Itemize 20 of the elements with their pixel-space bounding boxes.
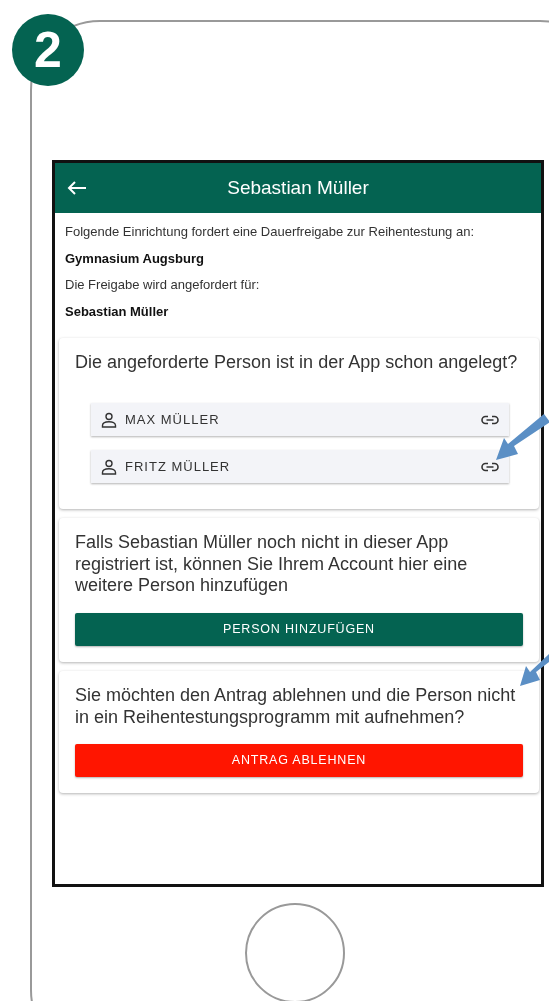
institution-name: Gymnasium Augsburg: [65, 251, 205, 266]
person-item[interactable]: FRITZ MÜLLER: [91, 450, 509, 484]
link-icon[interactable]: [481, 414, 499, 425]
add-person-text: Falls Sebastian Müller noch nicht in dieser App registriert ist, können Sie Ihrem Account hier eine weitere Person hinzufügen: [75, 532, 469, 597]
intro-text: Folgende Einrichtung fordert eine Dauerfreigabe zur Reihentestung an:: [65, 225, 476, 239]
add-person-button[interactable]: PERSON HINZUFÜGEN: [75, 612, 523, 646]
person-name: Sebastian Müller: [65, 304, 170, 319]
back-arrow-icon[interactable]: [67, 180, 87, 196]
reject-button[interactable]: ANTRAG ABLEHNEN: [75, 744, 523, 778]
pointer-arrow: [520, 654, 549, 686]
person-item[interactable]: MAX MÜLLER: [91, 403, 509, 437]
pointer-arrow: [496, 414, 549, 460]
header-title: Sebastian Müller: [226, 175, 370, 200]
link-icon[interactable]: [481, 461, 499, 472]
person-icon: [101, 458, 117, 475]
question-text: Die angeforderte Person ist in der App schon angelegt?: [75, 351, 519, 374]
request-label: Die Freigabe wird angefordert für:: [65, 278, 261, 292]
person-icon: [101, 411, 117, 428]
step-number: 2: [12, 14, 84, 86]
reject-text: Sie möchten den Antrag ablehnen und die Person nicht in ein Reihentestungsprogramm mit aufnehmen?: [75, 684, 517, 729]
